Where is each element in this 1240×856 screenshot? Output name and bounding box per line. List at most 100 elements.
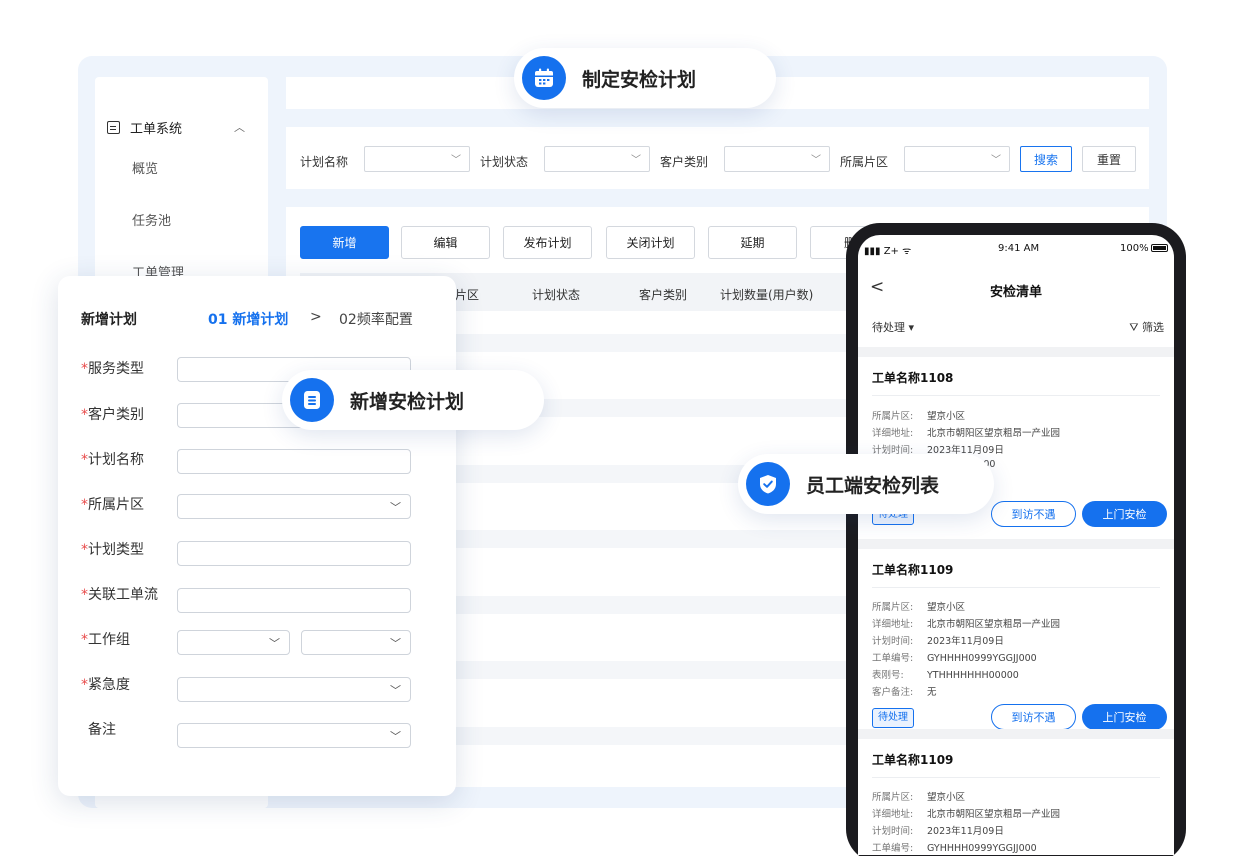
status-dropdown[interactable]: 待处理 ▾ — [872, 319, 914, 335]
chevron-down-icon: ﹀ — [390, 501, 401, 514]
add-plan-form: 新增计划 01 新增计划 > 02频率配置 *服务类型 *客户类别 *计划名称 … — [58, 276, 456, 796]
inspection-card[interactable]: 工单名称1109 所属片区: 望京小区 详细地址: 北京市朝阳区望京粗昂一产业园 计… — [858, 739, 1174, 855]
sidebar-item-overview[interactable]: 概览 — [132, 158, 158, 177]
search-button[interactable]: 搜索 — [1020, 146, 1072, 172]
sidebar-group-label: 工单系统 — [130, 121, 183, 137]
column-header-customer-type: 客户类别 — [639, 288, 688, 302]
divider — [872, 587, 1160, 588]
card-title: 工单名称1108 — [872, 371, 954, 385]
field-label-plan-name: *计划名称 — [81, 452, 144, 468]
step-add-plan[interactable]: 01 新增计划 — [208, 309, 288, 329]
staff-list-feature-label: 员工端安检列表 — [806, 474, 940, 497]
not-home-button[interactable]: 到访不遇 — [991, 704, 1076, 730]
form-title: 新增计划 — [81, 312, 137, 328]
card-field: 计划时间: 2023年11月09日 — [872, 826, 1004, 837]
field-label-linked-workflow: *关联工单流 — [81, 587, 158, 603]
field-label-remark: 备注 — [88, 722, 116, 738]
chevron-down-icon: ﹀ — [451, 155, 461, 166]
inspection-card[interactable]: 工单名称1108 所属片区: 望京小区 详细地址: 北京市朝阳区望京粗昂一产业园 计… — [858, 357, 1174, 547]
filter-district-select[interactable]: ﹀ — [904, 146, 1010, 172]
document-icon — [290, 378, 334, 422]
filter-plan-name-select[interactable]: ﹀ — [364, 146, 470, 172]
sidebar-item-task-pool[interactable]: 任务池 — [132, 210, 171, 229]
screen-title: 安检清单 — [989, 285, 1042, 300]
staff-list-feature-pill: 员工端安检列表 — [738, 454, 994, 514]
field-label-customer-type: *客户类别 — [81, 407, 144, 423]
sidebar-group-work-order[interactable]: 工单系统 ︿ — [107, 117, 257, 137]
chevron-down-icon: ﹀ — [390, 730, 401, 743]
filter-bar: 计划名称 ﹀ 计划状态 ﹀ 客户类别 ﹀ 所属片区 ﹀ 搜索 重置 — [286, 127, 1149, 189]
field-label-plan-type: *计划类型 — [81, 542, 144, 558]
inspection-card[interactable]: 工单名称1109 所属片区: 望京小区 详细地址: 北京市朝阳区望京粗昂一产业园 计… — [858, 549, 1174, 739]
add-button[interactable]: 新增 — [300, 226, 389, 259]
document-icon — [107, 120, 120, 134]
delay-button[interactable]: 延期 — [708, 226, 797, 259]
district-select[interactable]: ﹀ — [177, 494, 411, 519]
signal-status: ▮▮▮ Z+ ᯤ — [864, 246, 912, 257]
start-inspection-button[interactable]: 上门安检 — [1082, 501, 1167, 527]
battery-percent: 100% — [1120, 243, 1149, 254]
card-field: 工单编号: GYHHHH0999YGGJJ000 — [872, 653, 1037, 664]
filter-customer-type-label: 客户类别 — [660, 155, 709, 169]
filter-plan-name-label: 计划名称 — [300, 155, 349, 169]
card-field: 所属片区: 望京小区 — [872, 792, 966, 803]
filter-customer-type-select[interactable]: ﹀ — [724, 146, 830, 172]
add-plan-feature-label: 新增安检计划 — [350, 390, 465, 413]
filter-plan-status-select[interactable]: ﹀ — [544, 146, 650, 172]
status-time: 9:41 AM — [998, 243, 1040, 254]
card-field: 客户备注: 无 — [872, 687, 937, 698]
step-frequency-config[interactable]: 02频率配置 — [339, 309, 413, 329]
caret-down-icon: ▾ — [908, 321, 915, 334]
divider — [872, 777, 1160, 778]
divider — [872, 395, 1160, 396]
chevron-down-icon: ﹀ — [269, 637, 280, 650]
not-home-button[interactable]: 到访不遇 — [991, 501, 1076, 527]
column-header-district: 片区 — [455, 288, 480, 302]
card-title: 工单名称1109 — [872, 753, 954, 767]
start-inspection-button[interactable]: 上门安检 — [1082, 704, 1167, 730]
card-field: 所属片区: 望京小区 — [872, 602, 966, 613]
plan-feature-label: 制定安检计划 — [582, 68, 697, 91]
work-group-select-1[interactable]: ﹀ — [177, 630, 290, 655]
field-label-work-group: *工作组 — [81, 632, 130, 648]
plan-name-input[interactable] — [177, 449, 411, 474]
card-field: 详细地址: 北京市朝阳区望京粗昂一产业园 — [872, 428, 1061, 439]
linked-workflow-input[interactable] — [177, 588, 411, 613]
filter-icon: ⛛ — [1129, 321, 1139, 334]
field-label-district: *所属片区 — [81, 497, 144, 513]
filter-plan-status-label: 计划状态 — [480, 155, 529, 169]
add-plan-feature-pill: 新增安检计划 — [282, 370, 544, 430]
divider — [858, 729, 1174, 739]
card-field: 计划时间: 2023年11月09日 — [872, 636, 1004, 647]
chevron-down-icon: ﹀ — [991, 155, 1001, 166]
card-field: 所属片区: 望京小区 — [872, 411, 966, 422]
work-group-select-2[interactable]: ﹀ — [301, 630, 411, 655]
reset-button[interactable]: 重置 — [1082, 146, 1136, 172]
field-label-urgency: *紧急度 — [81, 677, 130, 693]
publish-plan-button[interactable]: 发布计划 — [503, 226, 592, 259]
chevron-up-icon[interactable]: ︿ — [234, 119, 245, 135]
step-arrow-icon: > — [310, 309, 322, 325]
divider — [858, 347, 1174, 357]
card-field: 详细地址: 北京市朝阳区望京粗昂一产业园 — [872, 809, 1061, 820]
phone-screen: ▮▮▮ Z+ ᯤ 9:41 AM 100% < 安检清单 待处理 ▾ ⛛ 筛选 … — [858, 235, 1174, 855]
field-label-service-type: *服务类型 — [81, 361, 144, 377]
remark-select[interactable]: ﹀ — [177, 723, 411, 748]
card-field: 表刚号: YTHHHHHHH00000 — [872, 670, 1019, 681]
status-badge: 待处理 — [872, 708, 914, 728]
column-header-plan-status: 计划状态 — [532, 288, 581, 302]
shield-check-icon — [746, 462, 790, 506]
column-header-plan-count: 计划数量(用户数) — [720, 288, 814, 302]
chevron-down-icon: ﹀ — [811, 155, 821, 166]
urgency-select[interactable]: ﹀ — [177, 677, 411, 702]
filter-district-label: 所属片区 — [840, 155, 889, 169]
battery-icon — [1151, 244, 1168, 252]
plan-type-input[interactable] — [177, 541, 411, 566]
edit-button[interactable]: 编辑 — [401, 226, 490, 259]
card-field: 工单编号: GYHHHH0999YGGJJ000 — [872, 843, 1037, 854]
close-plan-button[interactable]: 关闭计划 — [606, 226, 695, 259]
chevron-down-icon: ﹀ — [631, 155, 641, 166]
calendar-icon — [522, 56, 566, 100]
chevron-down-icon: ﹀ — [390, 684, 401, 697]
filter-button[interactable]: ⛛ 筛选 — [1129, 319, 1164, 335]
